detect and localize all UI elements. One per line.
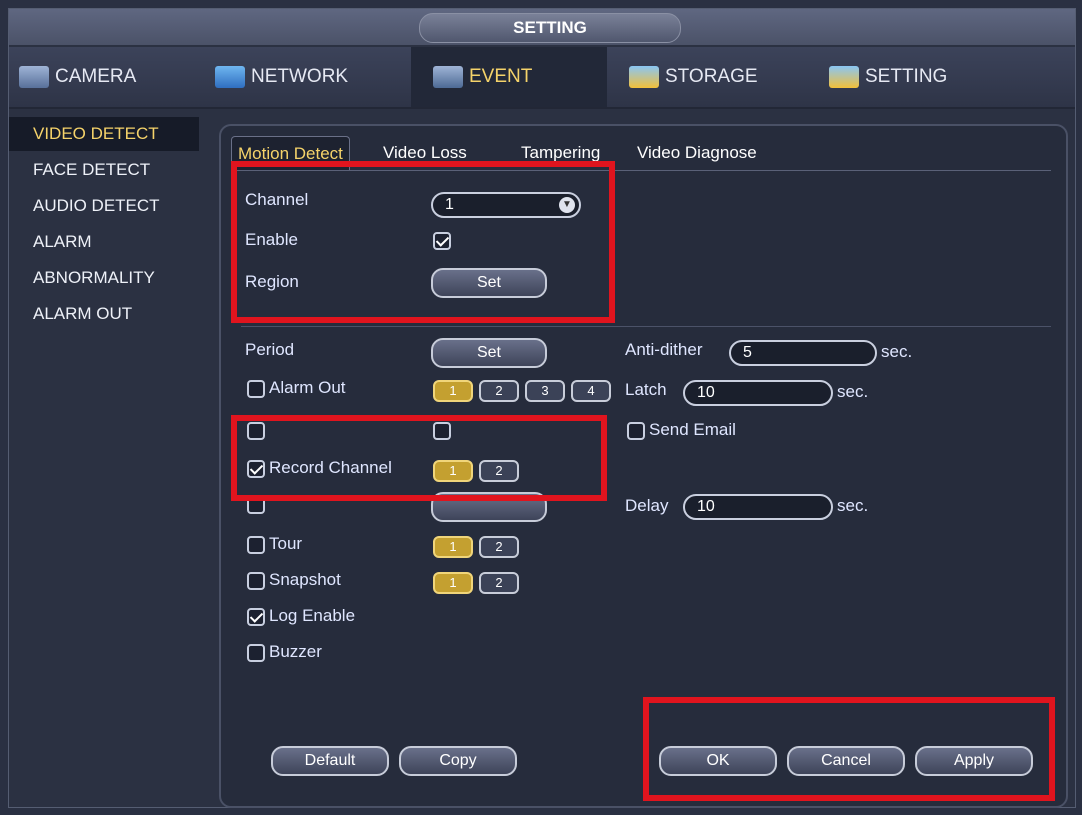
tour-channel-2[interactable]: 2 (479, 536, 519, 558)
nav-tab-network-label: NETWORK (251, 66, 349, 87)
default-button[interactable]: Default (271, 746, 389, 776)
send-email-checkbox[interactable] (627, 422, 645, 440)
alarm-out-checkbox[interactable] (247, 380, 265, 398)
anti-dither-input[interactable]: 5 (729, 340, 877, 366)
latch-unit: sec. (837, 382, 869, 401)
nav-tab-camera-label: CAMERA (55, 66, 137, 87)
log-enable-label: Log Enable (269, 606, 356, 625)
buzzer-label: Buzzer (269, 642, 322, 661)
tour-checkbox[interactable] (247, 536, 265, 554)
alarm-out-channel-3[interactable]: 3 (525, 380, 565, 402)
anti-dither-label: Anti-dither (625, 340, 703, 359)
snapshot-channel-1[interactable]: 1 (433, 572, 473, 594)
setting-icon (829, 66, 859, 88)
title-bar: SETTING (9, 9, 1075, 45)
highlight-box-buttons (643, 697, 1055, 801)
alarm-out-channel-1[interactable]: 1 (433, 380, 473, 402)
snapshot-label: Snapshot (269, 570, 341, 589)
log-enable-checkbox[interactable] (247, 608, 265, 626)
alarm-out-label: Alarm Out (269, 378, 346, 397)
window-title: SETTING (419, 13, 681, 43)
tour-label: Tour (269, 534, 303, 553)
nav-tab-setting-label: SETTING (865, 66, 948, 87)
period-label: Period (245, 340, 295, 359)
highlight-box-record (231, 415, 607, 501)
nav-tab-storage[interactable]: STORAGE (629, 47, 825, 107)
alarm-out-channel-2[interactable]: 2 (479, 380, 519, 402)
snapshot-channel-2[interactable]: 2 (479, 572, 519, 594)
sidebar-item-audio-detect[interactable]: AUDIO DETECT (9, 189, 199, 223)
sidebar-item-abnormality[interactable]: ABNORMALITY (9, 261, 199, 295)
copy-button[interactable]: Copy (399, 746, 517, 776)
setting-window: SETTING CAMERA NETWORK EVENT STORAGE SET… (8, 8, 1076, 808)
sidebar-item-video-detect[interactable]: VIDEO DETECT (9, 117, 199, 151)
tab-video-diagnose[interactable]: Video Diagnose (631, 136, 763, 170)
nav-tab-event[interactable]: EVENT (411, 47, 607, 107)
anti-dither-unit: sec. (881, 342, 913, 361)
top-nav: CAMERA NETWORK EVENT STORAGE SETTING (9, 47, 1075, 109)
latch-input[interactable]: 10 (683, 380, 833, 406)
sidebar: VIDEO DETECT FACE DETECT AUDIO DETECT AL… (9, 109, 209, 809)
nav-tab-event-label: EVENT (469, 66, 533, 87)
send-email-label: Send Email (649, 420, 736, 439)
delay-label: Delay (625, 496, 669, 515)
nav-tab-setting[interactable]: SETTING (829, 47, 1025, 107)
camera-icon (19, 66, 49, 88)
storage-icon (629, 66, 659, 88)
delay-input[interactable]: 10 (683, 494, 833, 520)
sidebar-item-face-detect[interactable]: FACE DETECT (9, 153, 199, 187)
nav-tab-camera[interactable]: CAMERA (19, 47, 215, 107)
nav-tab-network[interactable]: NETWORK (215, 47, 411, 107)
buzzer-checkbox[interactable] (247, 644, 265, 662)
delay-unit: sec. (837, 496, 869, 515)
latch-label: Latch (625, 380, 667, 399)
snapshot-checkbox[interactable] (247, 572, 265, 590)
alarm-out-channel-4[interactable]: 4 (571, 380, 611, 402)
event-icon (433, 66, 463, 88)
nav-tab-storage-label: STORAGE (665, 66, 758, 87)
period-set-button[interactable]: Set (431, 338, 547, 368)
section-divider (241, 326, 1051, 327)
highlight-box-top (231, 161, 615, 323)
sidebar-item-alarm[interactable]: ALARM (9, 225, 199, 259)
tour-channel-1[interactable]: 1 (433, 536, 473, 558)
sidebar-item-alarm-out[interactable]: ALARM OUT (9, 297, 199, 331)
network-icon (215, 66, 245, 88)
